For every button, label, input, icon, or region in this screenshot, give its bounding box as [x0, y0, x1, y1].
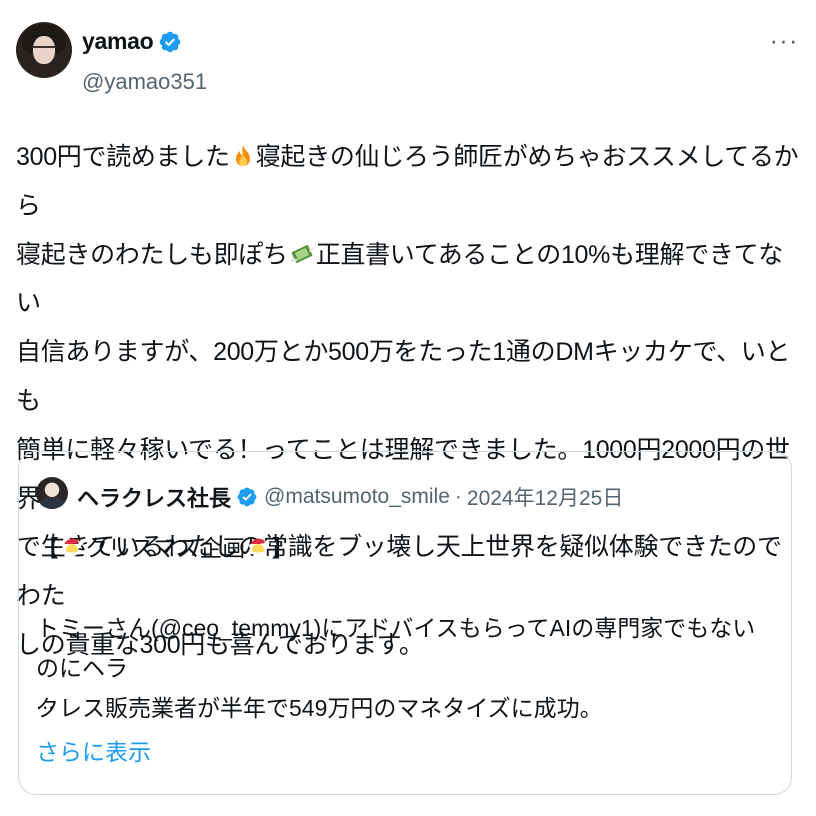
- author-handle[interactable]: @yamao351: [82, 69, 207, 95]
- verified-badge-icon: [160, 31, 181, 52]
- more-options-icon[interactable]: ···: [768, 27, 800, 54]
- bracket-open: 【: [36, 535, 59, 561]
- truncation-ellipsis: ...: [36, 689, 55, 714]
- money-with-wings-emoji-icon: [289, 244, 314, 263]
- author-avatar[interactable]: [16, 22, 72, 78]
- santa-emoji-icon: [63, 538, 84, 557]
- quoted-verified-badge-icon: [237, 487, 257, 507]
- quoted-author-display-name: ヘラクレス社長: [77, 486, 232, 511]
- quoted-tweet-body: 【クリスマス企画】 トミーさん(@ceo_temmy1)にアドバイスもらってAI…: [36, 528, 776, 728]
- tweet-text-seg1: 300円で読めました: [16, 143, 230, 171]
- bracket-close: 】: [271, 535, 295, 561]
- author-name-row: yamao: [82, 28, 182, 55]
- quoted-tweet-date: 2024年12月25日: [466, 487, 624, 510]
- quoted-tweet-header: ヘラクレス社長 @matsumoto_smile · 2024年12月25日: [77, 481, 623, 513]
- quoted-tweet-body-text: トミーさん(@ceo_temmy1)にアドバイスもらってAIの専門家でもないのに…: [36, 615, 756, 721]
- fire-emoji-icon: [235, 145, 250, 166]
- quoted-author-handle: @matsumoto_smile: [264, 485, 450, 508]
- author-display-name[interactable]: yamao: [82, 28, 154, 55]
- header-separator: ·: [454, 485, 462, 508]
- quoted-author-avatar: [36, 477, 68, 509]
- quoted-tweet-card[interactable]: ヘラクレス社長 @matsumoto_smile · 2024年12月25日 【…: [18, 451, 792, 795]
- santa-emoji-icon: [249, 538, 270, 557]
- show-more-link[interactable]: さらに表示: [36, 733, 151, 767]
- christmas-campaign-label: クリスマス企画: [85, 535, 246, 561]
